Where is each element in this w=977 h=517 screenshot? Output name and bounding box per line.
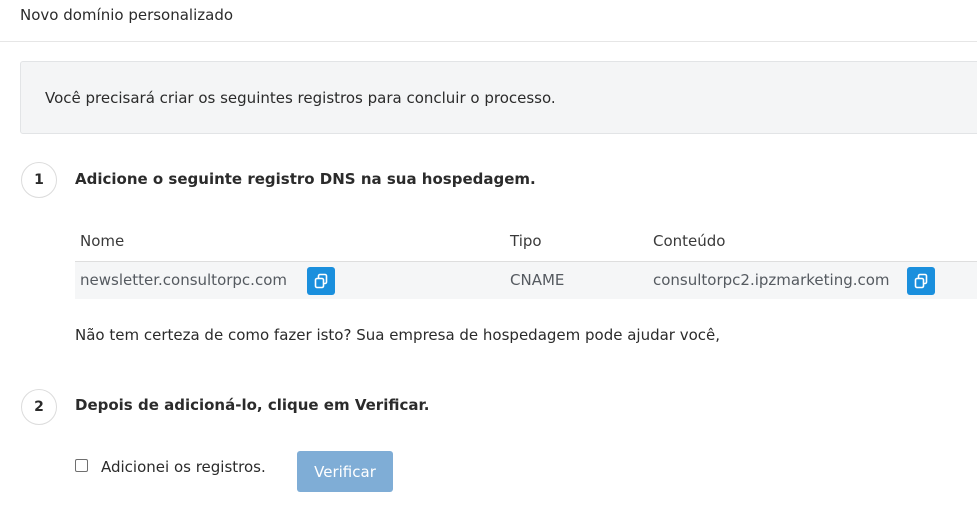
step-2-number: 2 (21, 389, 57, 425)
column-header-name: Nome (80, 232, 125, 250)
dns-content-value: consultorpc2.ipzmarketing.com (653, 271, 890, 289)
records-added-checkbox[interactable] (75, 459, 88, 472)
dns-table-header: Nome Tipo Conteúdo (75, 225, 977, 263)
copy-icon (914, 273, 928, 289)
column-header-content: Conteúdo (653, 232, 726, 250)
column-header-type: Tipo (510, 232, 542, 250)
table-row: newsletter.consultorpc.com CNAME consult… (75, 262, 977, 299)
page-title: Novo domínio personalizado (20, 6, 234, 24)
dns-type-value: CNAME (510, 271, 565, 289)
info-text: Você precisará criar os seguintes regist… (45, 89, 556, 107)
step-2-title: Depois de adicioná-lo, clique em Verific… (75, 396, 430, 414)
copy-name-button[interactable] (307, 267, 335, 295)
step-1-title: Adicione o seguinte registro DNS na sua … (75, 170, 536, 188)
copy-icon (314, 273, 328, 289)
custom-domain-page: Novo domínio personalizado Você precisar… (0, 0, 977, 517)
step-1-number: 1 (21, 162, 57, 198)
verify-button[interactable]: Verificar (297, 451, 393, 492)
help-text: Não tem certeza de como fazer isto? Sua … (75, 326, 721, 344)
page-header: Novo domínio personalizado (0, 0, 977, 42)
dns-name-value: newsletter.consultorpc.com (80, 271, 287, 289)
records-added-label[interactable]: Adicionei os registros. (101, 458, 266, 476)
info-box: Você precisará criar os seguintes regist… (20, 61, 977, 134)
copy-content-button[interactable] (907, 267, 935, 295)
